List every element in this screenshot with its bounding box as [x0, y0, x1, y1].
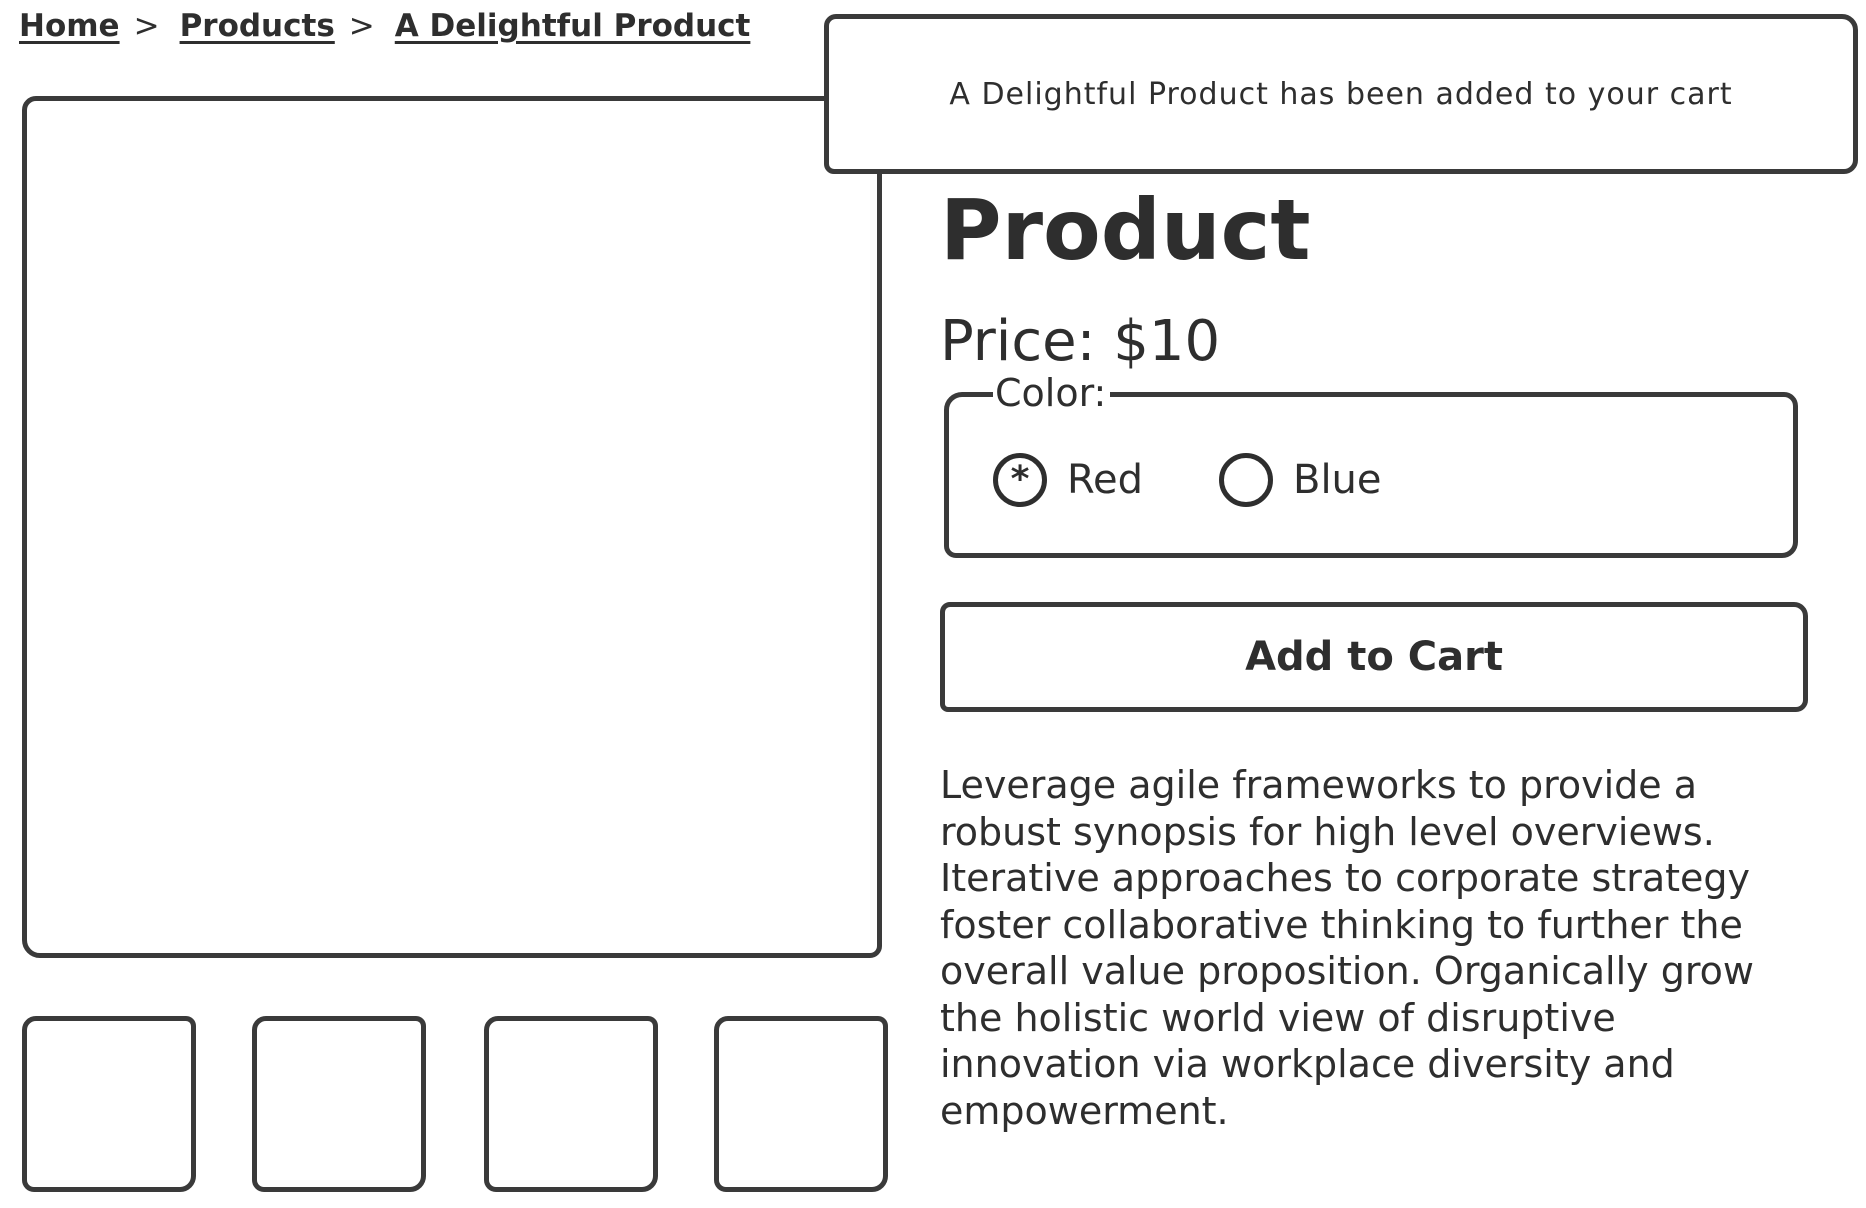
product-title: Product	[940, 181, 1311, 279]
product-thumbnail-2[interactable]	[252, 1016, 426, 1192]
product-description: Leverage agile frameworks to provide a r…	[940, 763, 1754, 1133]
product-thumbnail-4[interactable]	[714, 1016, 888, 1192]
radio-unselected-icon[interactable]	[1219, 453, 1273, 507]
color-option-blue[interactable]: Blue	[1219, 453, 1382, 507]
chevron-right-icon: >	[348, 8, 375, 44]
product-price: Price: $10	[940, 309, 1221, 374]
color-selector: Color: * Red Blue	[944, 369, 1798, 558]
added-to-cart-toast: A Delightful Product has been added to y…	[824, 14, 1858, 174]
color-legend: Color:	[993, 369, 1111, 417]
breadcrumb-link-products[interactable]: Products	[180, 8, 335, 44]
product-thumbnail-1[interactable]	[22, 1016, 196, 1192]
breadcrumb: Home > Products > A Delightful Product	[19, 4, 750, 48]
color-option-label-red: Red	[1067, 457, 1143, 503]
breadcrumb-link-home[interactable]: Home	[19, 8, 120, 44]
toast-message: A Delightful Product has been added to y…	[949, 76, 1733, 112]
color-option-label-blue: Blue	[1293, 457, 1382, 503]
add-to-cart-button[interactable]: Add to Cart	[940, 602, 1808, 712]
radio-selected-icon[interactable]: *	[993, 453, 1047, 507]
color-option-red[interactable]: * Red	[993, 453, 1143, 507]
chevron-right-icon: >	[133, 8, 160, 44]
product-main-image	[22, 96, 882, 958]
product-thumbnail-3[interactable]	[484, 1016, 658, 1192]
breadcrumb-link-current-product[interactable]: A Delightful Product	[395, 8, 751, 44]
